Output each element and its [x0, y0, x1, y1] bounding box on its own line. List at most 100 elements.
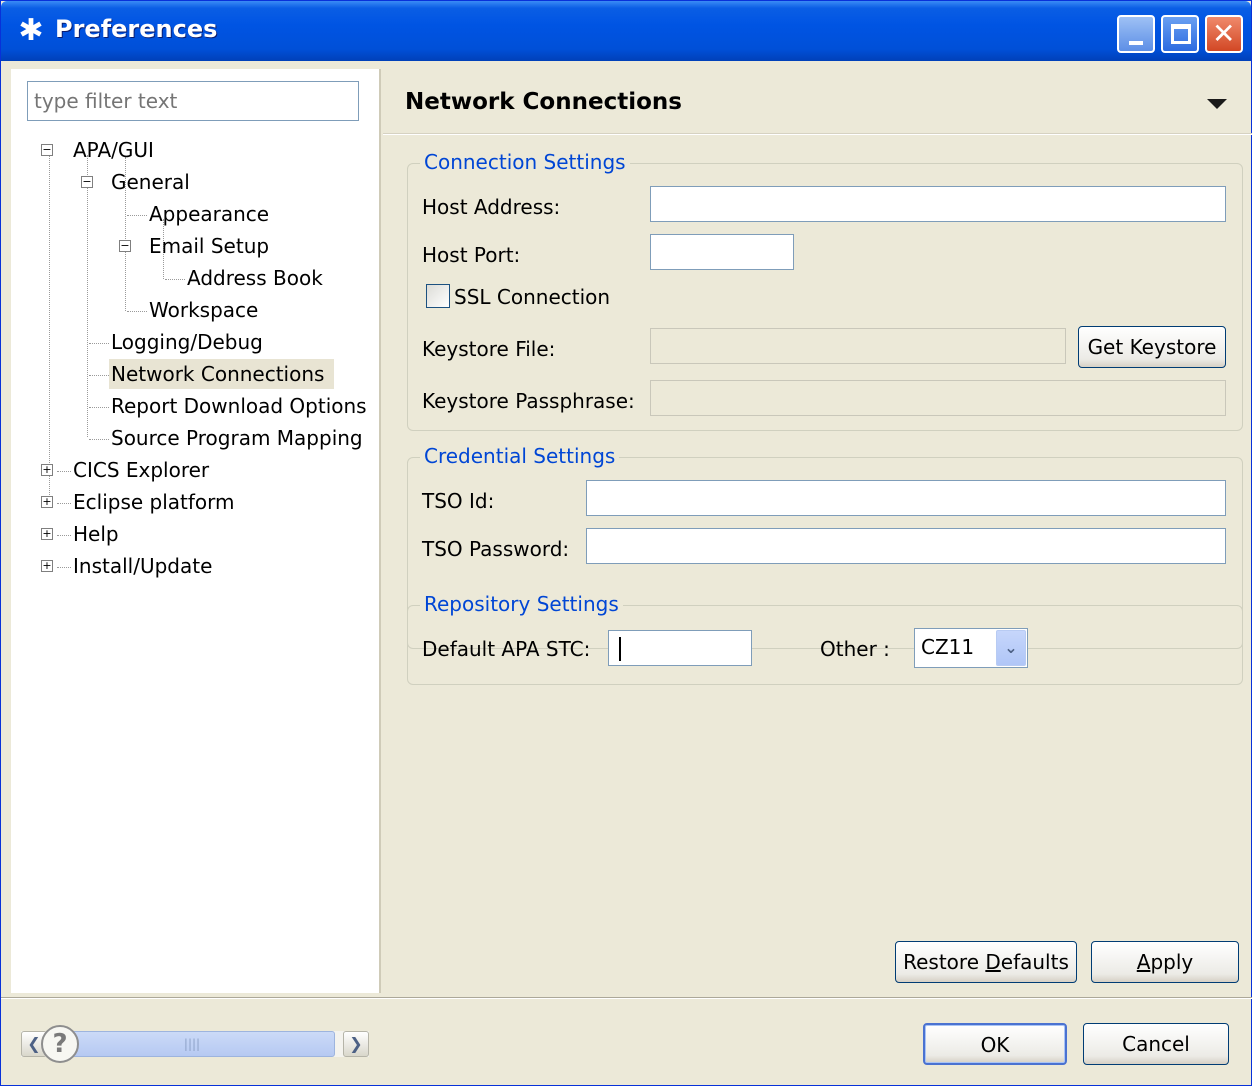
- tree-connector: [57, 471, 71, 472]
- minimize-icon: [1129, 41, 1143, 45]
- connection-settings-group: Connection Settings Host Address: Host P…: [407, 150, 1243, 431]
- title-bar[interactable]: ✱ Preferences ✕: [1, 1, 1251, 61]
- chevron-down-icon[interactable]: ⌄: [996, 630, 1026, 666]
- other-label: Other :: [820, 637, 890, 661]
- tree-item-label: Network Connections: [111, 362, 325, 386]
- preferences-navigation: − APA/GUI − General Appearance − Email S…: [11, 69, 379, 1057]
- tree-item-label: Install/Update: [73, 554, 213, 578]
- tree-connector: [89, 343, 109, 344]
- tree-connector: [57, 503, 71, 504]
- tree-item-label: Help: [73, 522, 119, 546]
- title-divider: [383, 133, 1252, 135]
- apply-button[interactable]: Apply: [1091, 941, 1239, 983]
- group-title: Repository Settings: [420, 592, 623, 616]
- tree-item-source-program-mapping[interactable]: Source Program Mapping: [111, 423, 363, 453]
- group-title: Connection Settings: [420, 150, 630, 174]
- restore-defaults-mnemonic: D: [985, 950, 1001, 974]
- text-caret: [619, 637, 621, 661]
- tree-item-label: CICS Explorer: [73, 458, 210, 482]
- tso-password-input[interactable]: [586, 528, 1226, 564]
- tree-connector: [57, 535, 71, 536]
- cancel-button[interactable]: Cancel: [1083, 1023, 1229, 1065]
- tree-connector: [165, 279, 185, 280]
- close-button[interactable]: ✕: [1205, 15, 1243, 53]
- tree-connector: [89, 407, 109, 408]
- restore-defaults-label-end: efaults: [1000, 950, 1069, 974]
- tso-id-input[interactable]: [586, 480, 1226, 516]
- chevron-right-icon: ❯: [349, 1034, 363, 1053]
- preferences-window: ✱ Preferences ✕ − APA/GUI: [0, 0, 1252, 1086]
- scroll-right-button[interactable]: ❯: [343, 1031, 369, 1057]
- group-title: Credential Settings: [420, 444, 620, 468]
- tree-item-label: Source Program Mapping: [111, 426, 363, 450]
- tree-item-label: Eclipse platform: [73, 490, 235, 514]
- apply-mnemonic: A: [1136, 950, 1151, 974]
- view-menu-dropdown-icon[interactable]: [1207, 99, 1227, 109]
- tree-item-label: Report Download Options: [111, 394, 367, 418]
- maximize-icon: [1171, 24, 1191, 44]
- repository-settings-group: Repository Settings Default APA STC: Oth…: [407, 592, 1243, 685]
- tree-item-address-book[interactable]: Address Book: [187, 263, 323, 293]
- keystore-passphrase-input: [650, 380, 1226, 416]
- chevron-left-icon: ❮: [27, 1034, 41, 1053]
- host-port-input[interactable]: [650, 234, 794, 270]
- other-stc-selected-value: CZ11: [921, 635, 975, 659]
- host-address-input[interactable]: [650, 186, 1226, 222]
- scrollbar-thumb[interactable]: ||||: [49, 1031, 335, 1057]
- tree-item-label: Logging/Debug: [111, 330, 263, 354]
- filter-input[interactable]: [27, 81, 359, 121]
- other-stc-select[interactable]: CZ11 ⌄: [914, 628, 1028, 668]
- apply-label-end: pply: [1150, 950, 1194, 974]
- tree-connector: [57, 567, 71, 568]
- minimize-button[interactable]: [1117, 15, 1155, 53]
- expand-icon[interactable]: +: [41, 464, 53, 476]
- restore-defaults-button[interactable]: Restore Defaults: [895, 941, 1077, 983]
- ssl-connection-label: SSL Connection: [454, 285, 611, 309]
- tree-item-label: General: [111, 170, 190, 194]
- tree-connector: [127, 311, 147, 312]
- tso-id-label: TSO Id:: [422, 489, 495, 513]
- keystore-file-label: Keystore File:: [422, 337, 556, 361]
- preferences-gear-icon: ✱: [18, 13, 44, 48]
- tree-connector: [89, 439, 109, 440]
- restore-defaults-label-start: Restore: [903, 950, 986, 974]
- maximize-button[interactable]: [1161, 15, 1199, 53]
- collapse-icon[interactable]: −: [81, 176, 93, 188]
- help-icon[interactable]: ?: [41, 1025, 79, 1063]
- tree-item-report-download-options[interactable]: Report Download Options: [111, 391, 367, 421]
- close-icon: ✕: [1212, 17, 1236, 50]
- tree-item-workspace[interactable]: Workspace: [149, 295, 258, 325]
- expand-icon[interactable]: +: [41, 560, 53, 572]
- tree-item-label: APA/GUI: [73, 138, 154, 162]
- tree-item-label: Email Setup: [149, 234, 270, 258]
- tree-item-label: Address Book: [187, 266, 323, 290]
- collapse-icon[interactable]: −: [119, 240, 131, 252]
- page-title: Network Connections: [405, 89, 682, 115]
- tree-connector: [89, 375, 109, 376]
- tree-item-label: Workspace: [149, 298, 259, 322]
- tree-item-label: Appearance: [149, 202, 270, 226]
- expand-icon[interactable]: +: [41, 528, 53, 540]
- get-keystore-button[interactable]: Get Keystore: [1078, 326, 1226, 368]
- tree-connector: [87, 155, 88, 437]
- window-title: Preferences: [55, 15, 218, 43]
- tree-connector: [127, 215, 147, 216]
- tree-item-appearance[interactable]: Appearance: [149, 199, 269, 229]
- host-address-label: Host Address:: [422, 195, 561, 219]
- default-apa-stc-input[interactable]: [608, 630, 752, 666]
- host-port-label: Host Port:: [422, 243, 521, 267]
- ok-button[interactable]: OK: [923, 1023, 1067, 1065]
- collapse-icon[interactable]: −: [41, 144, 53, 156]
- expand-icon[interactable]: +: [41, 496, 53, 508]
- preference-page: Network Connections Connection Settings …: [383, 69, 1252, 993]
- tree-item-logging-debug[interactable]: Logging/Debug: [111, 327, 263, 357]
- default-apa-stc-label: Default APA STC:: [422, 637, 591, 661]
- keystore-passphrase-label: Keystore Passphrase:: [422, 389, 635, 413]
- tree-connector: [49, 153, 50, 499]
- ssl-connection-checkbox[interactable]: [426, 284, 450, 308]
- keystore-file-input: [650, 328, 1066, 364]
- tso-password-label: TSO Password:: [422, 537, 570, 561]
- dialog-button-divider: [1, 997, 1252, 999]
- pane-splitter[interactable]: [379, 69, 381, 993]
- tree-item-network-connections[interactable]: Network Connections: [109, 359, 335, 389]
